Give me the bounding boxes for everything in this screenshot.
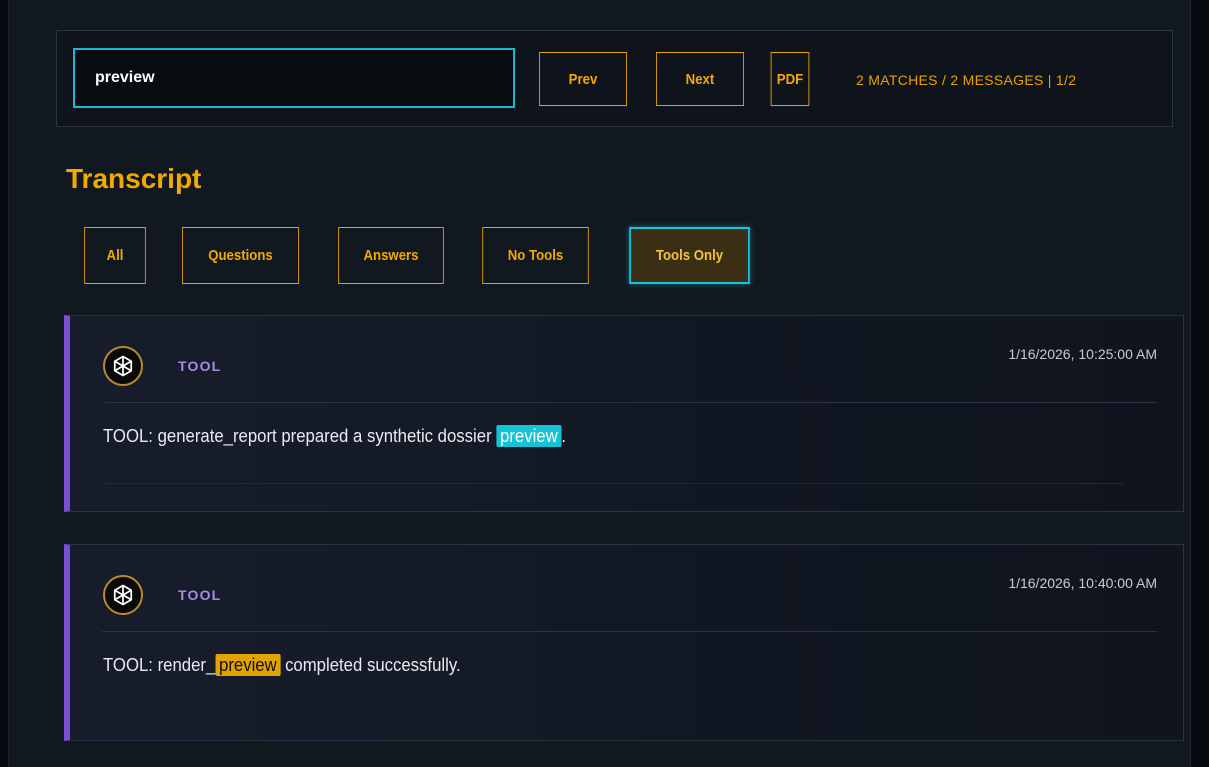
message-card: TOOL 1/16/2026, 10:25:00 AM TOOL: genera…: [64, 315, 1184, 512]
message-card: TOOL 1/16/2026, 10:40:00 AM TOOL: render…: [64, 544, 1184, 741]
search-toolbar: Prev Next PDF 2 MATCHES / 2 MESSAGES | 1…: [56, 30, 1173, 127]
next-match-button[interactable]: Next: [656, 52, 744, 106]
page-title: Transcript: [66, 163, 202, 194]
message-text: TOOL: generate_report prepared a synthet…: [103, 425, 567, 447]
search-highlight-current: preview: [496, 425, 562, 447]
scrollbar-track[interactable]: [1190, 0, 1209, 767]
message-timestamp: 1/16/2026, 10:40:00 AM: [1008, 575, 1157, 591]
filter-all-button[interactable]: All: [84, 227, 146, 284]
filter-questions-button[interactable]: Questions: [181, 227, 300, 284]
message-timestamp: 1/16/2026, 10:25:00 AM: [1008, 346, 1157, 362]
transcript-panel: Prev Next PDF 2 MATCHES / 2 MESSAGES | 1…: [9, 0, 1190, 767]
pdf-export-button[interactable]: PDF: [770, 52, 810, 106]
avatar: [103, 575, 143, 615]
search-input[interactable]: [73, 48, 515, 108]
openai-logo-icon: [113, 584, 133, 606]
filter-answers-button[interactable]: Answers: [338, 227, 444, 284]
message-role: TOOL: [178, 587, 222, 603]
left-rail: [0, 0, 9, 767]
divider: [102, 402, 1157, 403]
avatar: [103, 346, 143, 386]
search-highlight: preview: [215, 654, 281, 676]
divider: [102, 631, 1157, 632]
filter-tools-only-button[interactable]: Tools Only: [629, 227, 750, 284]
divider: [102, 483, 1123, 484]
openai-logo-icon: [113, 355, 133, 377]
match-status: 2 MATCHES / 2 MESSAGES | 1/2: [856, 72, 1077, 88]
prev-match-button[interactable]: Prev: [539, 52, 627, 106]
filter-no-tools-button[interactable]: No Tools: [482, 227, 589, 284]
message-text: TOOL: render_ preview completed successfu…: [103, 654, 461, 676]
message-role: TOOL: [178, 358, 222, 374]
